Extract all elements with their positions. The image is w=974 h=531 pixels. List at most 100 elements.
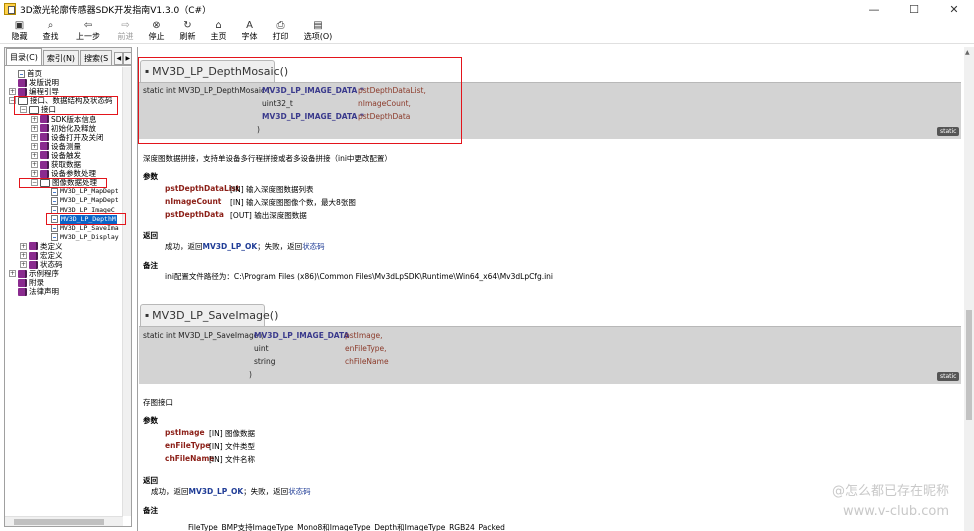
param-desc: [IN] 文件类型 (209, 442, 256, 451)
book-icon (18, 278, 27, 287)
tree-item[interactable]: + SDK版本信息 (31, 115, 96, 124)
tree-item[interactable]: + 获取数据 (31, 160, 81, 169)
tree-item[interactable]: + 宏定义 (20, 251, 63, 260)
window-controls: — ☐ ✕ (854, 0, 974, 18)
back-button[interactable]: ⇦ 上一步 (66, 18, 110, 44)
tree-item-label: 状态码 (40, 260, 63, 270)
tree-item-label: 设备参数处理 (51, 169, 96, 179)
nav-horizontal-scrollbar[interactable] (5, 516, 123, 526)
tree-item[interactable]: 附录 (9, 278, 44, 287)
tree-item[interactable]: + 设备触发 (31, 151, 81, 160)
param-name: pstDepthData (165, 210, 224, 219)
highlight-box (138, 57, 462, 144)
note-text: FileType_BMP支持ImageType_Mono8和ImageType_… (188, 523, 505, 531)
minimize-button[interactable]: — (854, 0, 894, 18)
tab-contents[interactable]: 目录(C) (6, 48, 42, 65)
nav-tab-strip: 目录(C) 索引(N) 搜索(S ◀ ▶ (5, 48, 131, 66)
tree-item[interactable]: + 状态码 (20, 260, 63, 269)
hide-button[interactable]: ▣ 隐藏 (4, 18, 35, 44)
params-heading: 参数 (143, 416, 158, 425)
home-button[interactable]: ⌂ 主页 (203, 18, 234, 44)
tree-item[interactable]: + 初始化及释放 (31, 124, 96, 133)
ok-code-link[interactable]: MV3D_LP_OK (189, 487, 244, 496)
bullet-icon: ▪ (145, 312, 150, 319)
tree-item[interactable]: 首页 (9, 69, 42, 78)
tab-scroll-left-icon[interactable]: ◀ (114, 52, 124, 65)
param-name: pstDepthDataList (165, 184, 240, 193)
signature-suffix: ) (249, 370, 252, 379)
tree-item-label: MV3D_LP_MapDept (60, 196, 119, 205)
tree-item[interactable]: 法律声明 (9, 287, 59, 296)
forward-button: ⇨ 前进 (110, 18, 141, 44)
toolbar: ▣ 隐藏 ⌕ 查找 ⇦ 上一步 ⇨ 前进 ⊗ 停止 ↻ 刷新 ⌂ 主页 A 字体 ⎙ 打印 ▤ 选项(O) (0, 18, 974, 44)
tab-index[interactable]: 索引(N) (42, 50, 80, 65)
tree-item-label: 类定义 (40, 241, 63, 251)
expand-icon[interactable]: + (31, 170, 38, 178)
tree-item[interactable]: MV3D_LP_Display (42, 233, 119, 242)
stop-label: 停止 (148, 32, 165, 41)
tree-item[interactable]: MV3D_LP_MapDept (42, 187, 119, 196)
expand-icon[interactable]: + (20, 261, 27, 269)
book-icon (40, 142, 49, 151)
ok-code-link[interactable]: MV3D_LP_OK (203, 242, 258, 251)
expand-icon[interactable]: + (20, 242, 27, 250)
book-icon (40, 133, 49, 142)
refresh-button[interactable]: ↻ 刷新 (172, 18, 203, 44)
return-pre: 成功，返回 (165, 242, 203, 251)
highlight-box (14, 96, 118, 115)
expand-icon[interactable]: + (31, 161, 38, 168)
status-code-link[interactable]: 状态码 (302, 242, 325, 251)
expand-icon[interactable]: + (31, 151, 38, 159)
stop-button[interactable]: ⊗ 停止 (141, 18, 172, 44)
content-vertical-scrollbar[interactable]: ▲ (964, 47, 974, 531)
nav-vertical-scrollbar[interactable] (122, 67, 131, 516)
param-name: enFileType (165, 441, 211, 450)
return-mid: ；失败，返回 (243, 487, 289, 496)
tree-item-label: 发版说明 (29, 78, 59, 88)
tree-item[interactable]: MV3D_LP_SaveIma (42, 224, 119, 233)
tree-item[interactable]: + 编程引导 (9, 87, 59, 96)
signature-param-name: enFileType, (345, 344, 387, 353)
tree-item[interactable]: + 类定义 (20, 242, 63, 251)
maximize-button[interactable]: ☐ (894, 0, 934, 18)
expand-icon[interactable]: + (20, 252, 27, 259)
expand-icon[interactable]: + (31, 142, 38, 150)
tree-item-label: 设备测量 (51, 141, 81, 151)
expand-icon[interactable]: + (9, 270, 16, 278)
find-label: 查找 (42, 32, 59, 41)
tab-search[interactable]: 搜索(S (80, 50, 113, 65)
content-scroll-thumb[interactable] (966, 310, 972, 420)
contents-tree: 首页 发版说明 + 编程引导 − 接口、数据结构及状态码 − 接口 + SDK版本信息 + 初始化及释… (5, 68, 123, 515)
book-icon (40, 151, 49, 160)
status-code-link[interactable]: 状态码 (288, 487, 311, 496)
nav-hscroll-thumb[interactable] (14, 519, 104, 525)
find-button[interactable]: ⌕ 查找 (35, 18, 66, 44)
tab-scroll-right-icon[interactable]: ▶ (123, 52, 131, 65)
font-label: 字体 (241, 32, 258, 41)
topic-page-icon (51, 224, 58, 233)
print-icon: ⎙ (276, 20, 285, 31)
tree-item[interactable]: + 设备测量 (31, 142, 81, 151)
tree-item[interactable]: MV3D_LP_MapDept (42, 196, 119, 205)
section-header-saveimage: ▪ MV3D_LP_SaveImage() (140, 304, 278, 326)
stop-icon: ⊗ (152, 20, 161, 31)
tree-item-label: 法律声明 (29, 287, 59, 297)
print-button[interactable]: ⎙ 打印 (265, 18, 296, 44)
tree-item[interactable]: + 示例程序 (9, 269, 59, 278)
static-badge: static (937, 372, 960, 381)
book-icon (18, 269, 27, 278)
expand-icon[interactable]: + (31, 124, 38, 132)
expand-icon[interactable]: + (9, 88, 16, 96)
tree-item-label: 编程引导 (29, 87, 59, 97)
tree-item[interactable]: 发版说明 (9, 78, 59, 87)
scroll-up-icon[interactable]: ▲ (965, 49, 970, 56)
topic-page-icon (51, 187, 58, 196)
tree-item[interactable]: + 设备打开及关闭 (31, 133, 104, 142)
close-button[interactable]: ✕ (934, 0, 974, 18)
options-button[interactable]: ▤ 选项(O) (296, 18, 340, 44)
tree-item[interactable]: + 设备参数处理 (31, 169, 96, 178)
expand-icon[interactable]: + (31, 133, 38, 141)
expand-icon[interactable]: + (31, 115, 38, 123)
return-mid: ；失败，返回 (257, 242, 303, 251)
font-button[interactable]: A 字体 (234, 18, 265, 44)
